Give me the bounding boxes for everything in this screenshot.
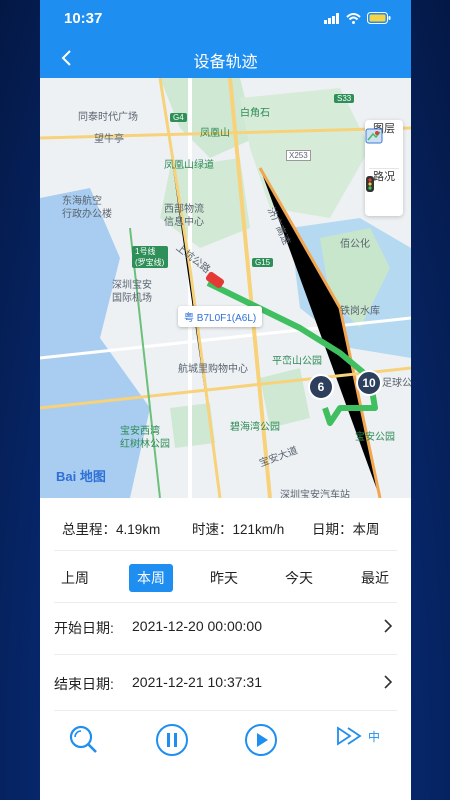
date-label: 日期： [312, 522, 353, 537]
map-label: 红树林公园 [120, 439, 170, 450]
tab-last-week[interactable]: 上周 [53, 564, 97, 592]
map-label: 国际机场 [112, 293, 152, 304]
map-label: 行政办公楼 [62, 209, 112, 220]
track-cluster-marker[interactable]: 10 [356, 370, 382, 396]
map-label: 信息中心 [164, 217, 204, 228]
map-label: 凤凰山 [200, 128, 230, 139]
end-date-value: 2021-12-21 10:37:31 [132, 674, 262, 690]
tab-this-week[interactable]: 本周 [129, 564, 173, 592]
map-label: 深圳宝安汽车站 [280, 490, 350, 498]
map-label: 望牛亭 [94, 134, 124, 145]
layers-button[interactable]: 图层 [365, 120, 403, 168]
start-date-value: 2021-12-20 00:00:00 [132, 618, 262, 634]
battery-icon [367, 12, 391, 24]
trip-stats: 总里程：4.19km 时速：121km/h 日期：本周 [40, 512, 411, 542]
baidu-logo: Bai 地图 [56, 466, 106, 485]
app-screen: 10:37 设备轨迹 同泰时代广场 望牛亭 白角石 凤凰山 凤凰山绿道 东海航空… [40, 0, 411, 800]
divider [54, 710, 397, 711]
date-range-tabs: 上周 本周 昨天 今天 最近 [40, 556, 411, 596]
baidu-logo-suffix: 地图 [79, 469, 106, 484]
status-icons [324, 12, 391, 24]
road-shield: G15 [252, 258, 274, 267]
map-tools: 图层 路况 [365, 120, 403, 216]
map-label: 佰公化 [340, 239, 370, 250]
map-label: 平峦山公园 [272, 356, 322, 367]
divider [54, 654, 397, 655]
playback-speed-button[interactable]: 中 [336, 725, 380, 747]
speed-value: 121km/h [232, 522, 285, 537]
date-value: 本周 [352, 522, 380, 537]
divider [54, 602, 397, 603]
map-label: 铁岗水库 [340, 306, 380, 317]
layers-icon [365, 128, 383, 144]
start-date-label: 开始日期: [54, 620, 114, 636]
date-stat: 日期：本周 [312, 518, 380, 538]
road-shield: S33 [334, 94, 355, 103]
tab-recent[interactable]: 最近 [353, 564, 397, 592]
chevron-right-icon [384, 619, 393, 633]
chevron-right-icon [384, 675, 393, 689]
nav-bar: 设备轨迹 [40, 42, 411, 76]
wifi-icon [346, 12, 361, 24]
search-button[interactable] [66, 722, 102, 758]
end-date-row[interactable]: 结束日期: 2021-12-21 10:37:31 [40, 664, 411, 704]
map-label: 足球公 [382, 378, 411, 389]
playback-controls: 中 [40, 718, 411, 764]
mileage-label: 总里程： [62, 522, 116, 537]
fast-forward-icon [337, 726, 362, 746]
map-label: 1号线(罗宝线) [132, 246, 168, 268]
speed-label: 时速： [192, 522, 233, 537]
status-time: 10:37 [64, 10, 103, 27]
playback-speed-label: 中 [368, 729, 381, 744]
map-view[interactable]: 同泰时代广场 望牛亭 白角石 凤凰山 凤凰山绿道 东海航空 行政办公楼 西部物流… [40, 78, 411, 498]
traffic-label: 路况 [373, 171, 395, 183]
track-cluster-marker[interactable]: 6 [308, 374, 334, 400]
vehicle-plate-label: 粤 B7L0F1(A6L) [178, 306, 263, 327]
mileage-stat: 总里程：4.19km [62, 518, 160, 538]
road-shield: X253 [286, 150, 311, 161]
mileage-value: 4.19km [116, 522, 161, 537]
traffic-button[interactable]: 路况 [365, 168, 403, 216]
map-label: 碧海湾公园 [230, 422, 280, 433]
road-shield: G4 [170, 113, 187, 122]
map-label: 航城里购物中心 [178, 364, 248, 375]
speed-stat: 时速：121km/h [192, 518, 284, 538]
status-bar: 10:37 [40, 10, 411, 32]
divider [54, 550, 397, 551]
tab-today[interactable]: 今天 [277, 564, 321, 592]
traffic-light-icon [366, 176, 374, 192]
header: 10:37 设备轨迹 [40, 0, 411, 78]
start-date-row[interactable]: 开始日期: 2021-12-20 00:00:00 [40, 608, 411, 648]
map-label: 宝安公园 [355, 432, 395, 443]
signal-icon [324, 12, 339, 24]
page-title: 设备轨迹 [193, 54, 258, 71]
tab-yesterday[interactable]: 昨天 [202, 564, 246, 592]
pause-button[interactable] [154, 722, 190, 758]
baidu-logo-text: Bai [56, 469, 77, 484]
map-label: 白角石 [240, 108, 270, 119]
end-date-label: 结束日期: [54, 676, 114, 692]
play-button[interactable] [243, 722, 279, 758]
map-label: 同泰时代广场 [78, 112, 138, 123]
map-label: 凤凰山绿道 [164, 160, 214, 171]
